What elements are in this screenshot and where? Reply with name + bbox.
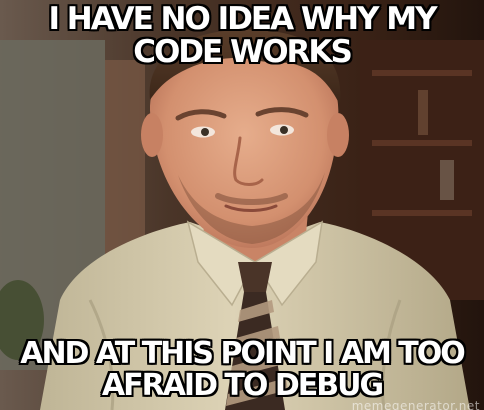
- bottom-caption: AND AT THIS POINT I AM TOO AFRAID TO DEB…: [19, 336, 467, 403]
- meme-image: I HAVE NO IDEA WHY MY CODE WORKS AND AT …: [0, 0, 484, 410]
- watermark: memegenerator.net: [351, 399, 480, 410]
- top-caption: I HAVE NO IDEA WHY MY CODE WORKS: [47, 1, 438, 70]
